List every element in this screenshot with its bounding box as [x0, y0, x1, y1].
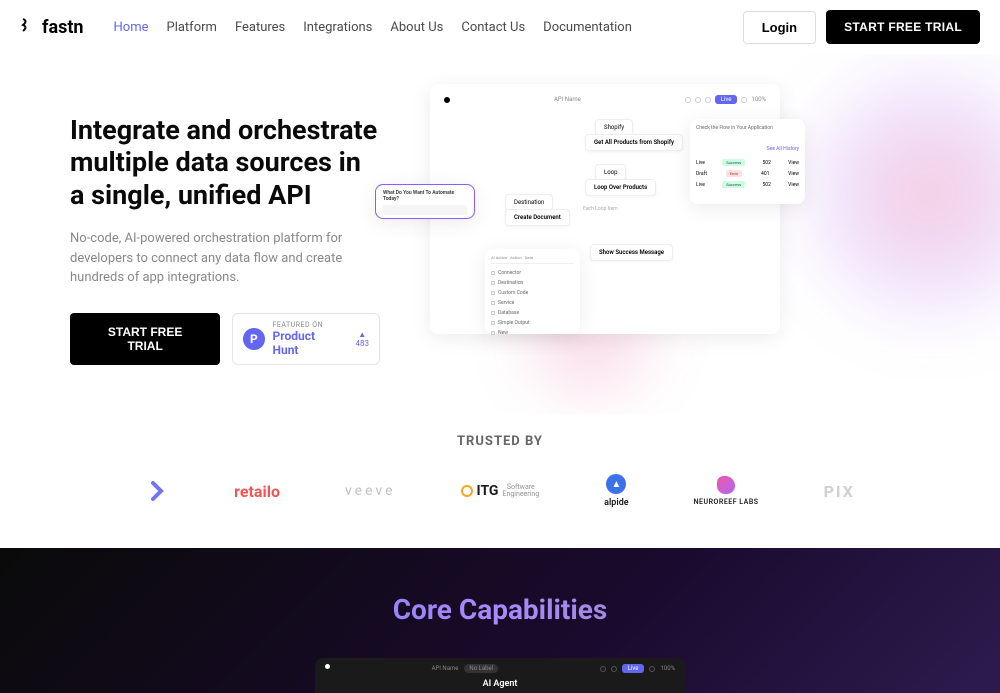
chevron-logo-icon: [145, 479, 169, 503]
hero-subtitle: No-code, AI-powered orchestration platfo…: [70, 229, 350, 288]
ph-vote-count: 483: [356, 339, 370, 348]
ph-votes: ▲ 483: [356, 330, 370, 348]
login-button[interactable]: Login: [743, 11, 816, 44]
glow-decoration: [780, 54, 1000, 344]
flow-node-products: Get All Products from Shopify: [585, 134, 683, 151]
logo-neuroreef: NEUROREEF LABS: [694, 476, 759, 506]
core-title: Core Capabilities: [0, 593, 1000, 626]
history-header: Check the Flow in Your Application: [696, 125, 799, 131]
logo-item: [145, 479, 169, 503]
hero-actions: START FREE TRIAL P FEATURED ON Product H…: [70, 313, 380, 365]
dot-icon: [444, 97, 450, 103]
logo-itg: ITG SoftwareEngineering: [461, 483, 540, 499]
prompt-label: What Do You Want To Automate Today?: [383, 190, 467, 202]
core-zoom: 100%: [660, 665, 675, 672]
config-tab: Action: [510, 255, 521, 260]
trial-button[interactable]: START FREE TRIAL: [826, 10, 980, 44]
blob-icon: [717, 476, 735, 494]
ph-name: Product Hunt: [273, 329, 342, 357]
header-actions: Login START FREE TRIAL: [743, 10, 980, 44]
nav-platform[interactable]: Platform: [167, 20, 217, 35]
logo[interactable]: fastn: [20, 17, 84, 38]
config-tab: Data: [525, 255, 533, 260]
ph-featured: FEATURED ON: [273, 321, 342, 329]
config-list: Connector Destination Custom Code Servic…: [491, 268, 574, 338]
mockup-topbar: API Name Live 100%: [438, 92, 772, 107]
mockup-prompt-card: What Do You Want To Automate Today?: [375, 184, 475, 219]
config-tab: AI Action: [491, 255, 507, 260]
logo-alpide: ▲ alpide: [604, 474, 628, 508]
triangle-icon: ▲: [606, 474, 626, 494]
header: fastn Home Platform Features Integration…: [0, 0, 1000, 54]
zoom-label: 100%: [751, 96, 766, 103]
main-nav: Home Platform Features Integrations Abou…: [114, 20, 632, 35]
circle-icon: [600, 666, 606, 672]
triangle-up-icon: ▲: [358, 330, 366, 339]
hero-content: Integrate and orchestrate multiple data …: [70, 104, 380, 384]
circle-icon: [649, 666, 655, 672]
trusted-label: TRUSTED BY: [0, 434, 1000, 449]
config-tabs: AI Action Action Data: [491, 255, 574, 264]
core-mockup: API Name No Label Live 100% AI Agent: [315, 658, 685, 693]
config-item: Connector: [491, 268, 574, 278]
logo-icon: [20, 17, 36, 38]
history-link: See All History: [767, 146, 799, 152]
config-item: Service: [491, 298, 574, 308]
flow-node-success: Show Success Message: [590, 244, 673, 261]
nav-about[interactable]: About Us: [390, 20, 443, 35]
nav-integrations[interactable]: Integrations: [303, 20, 372, 35]
config-item: Database: [491, 308, 574, 318]
dot-icon: [325, 664, 330, 669]
trusted-logos: retailo veeve ITG SoftwareEngineering ▲ …: [0, 474, 1000, 508]
nav-features[interactable]: Features: [235, 20, 285, 35]
flow-node-create: Create Document: [505, 209, 570, 226]
logo-veeve: veeve: [345, 483, 396, 499]
history-row: Live Success 502 View: [696, 157, 799, 168]
trusted-section: TRUSTED BY retailo veeve ITG SoftwareEng…: [0, 414, 1000, 548]
core-mockup-top: API Name No Label Live 100%: [325, 664, 675, 673]
hero-trial-button[interactable]: START FREE TRIAL: [70, 313, 220, 365]
config-item: New: [491, 328, 574, 338]
circle-icon: [685, 97, 691, 103]
prompt-input: [383, 205, 467, 215]
logo-text: fastn: [42, 17, 84, 38]
hero-section: Integrate and orchestrate multiple data …: [0, 54, 1000, 414]
config-item: Destination: [491, 278, 574, 288]
hero-mockup: API Name Live 100% Shopify Get All Produ…: [380, 104, 1000, 384]
product-hunt-badge[interactable]: P FEATURED ON Product Hunt ▲ 483: [232, 313, 380, 365]
live-badge: Live: [622, 664, 645, 673]
product-hunt-icon: P: [243, 328, 264, 350]
api-name-label: API Name: [554, 96, 581, 103]
flow-node-each: Each Loop Item: [575, 202, 626, 216]
circle-icon: [705, 97, 711, 103]
history-row: Draft Error 401 View: [696, 168, 799, 179]
mockup-history-card: Check the Flow in Your Application See A…: [690, 119, 805, 204]
flow-node-loop-over: Loop Over Products: [585, 179, 656, 196]
mockup-config-card: AI Action Action Data Connector Destinat…: [485, 249, 580, 334]
core-api-label: API Name: [432, 665, 459, 672]
core-section: Core Capabilities API Name No Label Live…: [0, 548, 1000, 693]
mockup-top-right: Live 100%: [685, 95, 766, 104]
circle-icon: [695, 97, 701, 103]
config-item: Simple Output: [491, 318, 574, 328]
live-badge: Live: [715, 95, 738, 104]
logo-pix: PIX: [824, 482, 855, 501]
circle-icon: [741, 97, 747, 103]
core-agent-label: AI Agent: [325, 679, 675, 689]
nav-docs[interactable]: Documentation: [543, 20, 632, 35]
nav-home[interactable]: Home: [114, 20, 149, 35]
circle-icon: [461, 485, 473, 497]
config-item: Custom Code: [491, 288, 574, 298]
history-row: Live Success 502 View: [696, 179, 799, 190]
logo-retailo: retailo: [234, 482, 280, 501]
core-no-label: No Label: [464, 664, 498, 673]
nav-contact[interactable]: Contact Us: [461, 20, 525, 35]
hero-title: Integrate and orchestrate multiple data …: [70, 114, 380, 211]
history-title: Check the Flow in Your Application: [696, 125, 773, 131]
circle-icon: [611, 666, 617, 672]
ph-text: FEATURED ON Product Hunt: [273, 321, 342, 357]
